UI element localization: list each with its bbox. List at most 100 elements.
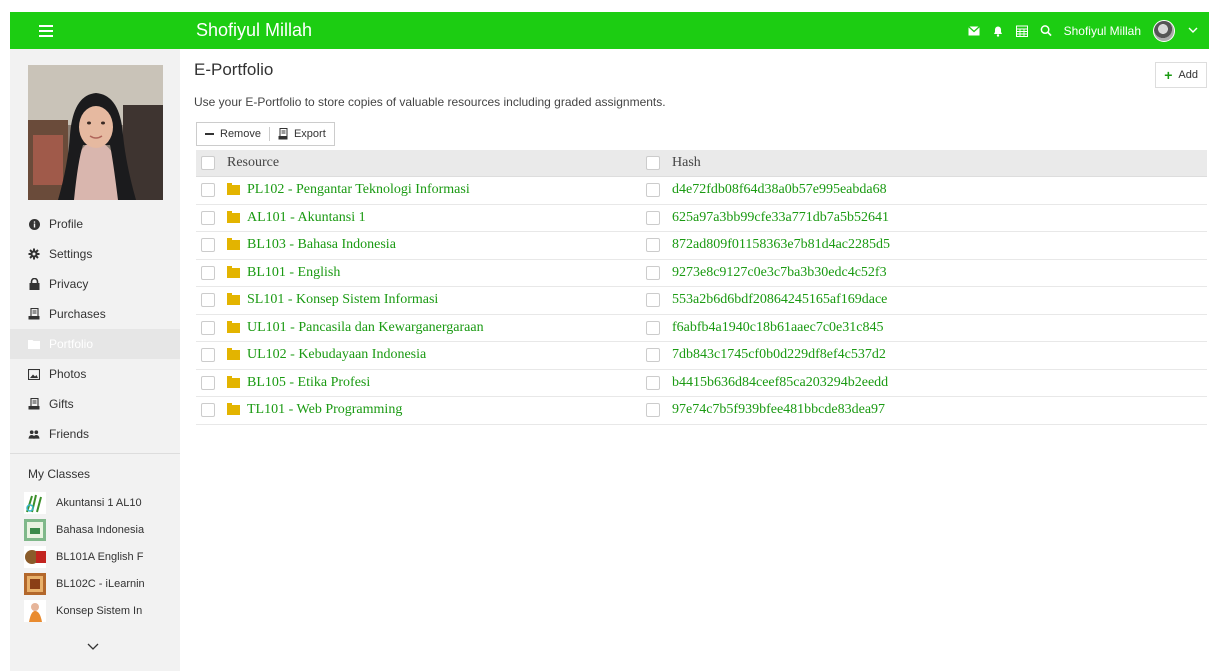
hash-value[interactable]: f6abfb4a1940c18b61aaec7c0e31c845 <box>672 320 883 336</box>
users-icon <box>28 428 40 440</box>
hamburger-icon <box>39 29 53 32</box>
row-checkbox[interactable] <box>646 320 660 335</box>
table-row: BL103 - Bahasa Indonesia 872ad809f011583… <box>196 232 1207 260</box>
table-row: PL102 - Pengantar Teknologi Informasi d4… <box>196 177 1207 205</box>
folder-icon <box>227 238 240 251</box>
folder-icon <box>227 348 240 361</box>
remove-button[interactable]: Remove <box>197 123 269 145</box>
class-name: Konsep Sistem In <box>56 604 143 617</box>
class-item[interactable]: Bahasa Indonesia <box>24 516 180 543</box>
row-checkbox[interactable] <box>201 348 215 363</box>
row-checkbox[interactable] <box>201 183 215 198</box>
column-header-resource: Resource <box>227 155 280 170</box>
calendar-icon[interactable] <box>1015 25 1028 37</box>
hamburger-menu-button[interactable] <box>10 12 82 49</box>
hash-value[interactable]: b4415b636d84ceef85ca203294b2eedd <box>672 375 888 391</box>
class-name: Akuntansi 1 AL10 <box>56 496 142 509</box>
class-thumbnail <box>24 572 46 595</box>
sidebar-item-label: Privacy <box>49 277 89 291</box>
sidebar-item-portfolio[interactable]: Portfolio <box>10 329 180 359</box>
resource-link[interactable]: BL105 - Etika Profesi <box>247 375 370 391</box>
sidebar-item-label: Settings <box>49 247 93 261</box>
select-all-checkbox[interactable] <box>201 156 215 170</box>
table-row: TL101 - Web Programming 97e74c7b5f939bfe… <box>196 397 1207 425</box>
main-content: E-Portfolio + Add Use your E-Portfolio t… <box>194 60 1209 425</box>
hash-value[interactable]: d4e72fdb08f64d38a0b57e995eabda68 <box>672 182 887 198</box>
row-checkbox[interactable] <box>646 293 660 308</box>
avatar[interactable] <box>1153 19 1175 42</box>
sidebar-item-photos[interactable]: Photos <box>10 359 180 389</box>
column-header-hash: Hash <box>672 155 701 170</box>
row-checkbox[interactable] <box>201 265 215 280</box>
export-button[interactable]: Export <box>270 123 334 145</box>
resource-link[interactable]: AL101 - Akuntansi 1 <box>247 210 366 226</box>
class-name: BL101A English F <box>56 550 144 563</box>
sidebar-nav: Profile Settings Privacy Purchases Portf… <box>10 209 180 449</box>
sidebar-item-privacy[interactable]: Privacy <box>10 269 180 299</box>
portfolio-toolbar: Remove Export <box>196 122 335 146</box>
resource-link[interactable]: BL103 - Bahasa Indonesia <box>247 237 396 253</box>
row-checkbox[interactable] <box>646 183 660 198</box>
row-checkbox[interactable] <box>201 210 215 225</box>
gear-icon <box>28 248 40 260</box>
hash-value[interactable]: 9273e8c9127c0e3c7ba3b30edc4c52f3 <box>672 265 887 281</box>
sidebar-item-gifts[interactable]: Gifts <box>10 389 180 419</box>
search-icon[interactable] <box>1040 25 1052 37</box>
hash-value[interactable]: 872ad809f01158363e7b81d4ac2285d5 <box>672 237 890 253</box>
row-checkbox[interactable] <box>646 238 660 253</box>
user-name[interactable]: Shofiyul Millah <box>1064 24 1141 38</box>
class-item[interactable]: BL102C - iLearnin <box>24 570 180 597</box>
resource-link[interactable]: SL101 - Konsep Sistem Informasi <box>247 292 438 308</box>
class-name: BL102C - iLearnin <box>56 577 145 590</box>
row-checkbox[interactable] <box>201 293 215 308</box>
resource-link[interactable]: UL101 - Pancasila dan Kewarganergaraan <box>247 320 484 336</box>
remove-button-label: Remove <box>220 128 261 140</box>
table-header: Resource Hash <box>196 150 1207 177</box>
row-checkbox[interactable] <box>646 265 660 280</box>
row-checkbox[interactable] <box>646 210 660 225</box>
table-row: BL105 - Etika Profesi b4415b636d84ceef85… <box>196 370 1207 397</box>
resource-link[interactable]: BL101 - English <box>247 265 340 281</box>
class-list: Akuntansi 1 AL10 Bahasa Indonesia BL101A… <box>24 489 180 624</box>
folder-icon <box>227 265 240 278</box>
class-item[interactable]: Akuntansi 1 AL10 <box>24 489 180 516</box>
resource-link[interactable]: PL102 - Pengantar Teknologi Informasi <box>247 182 470 198</box>
profile-photo[interactable] <box>28 65 163 200</box>
sidebar-item-label: Profile <box>49 217 84 231</box>
hash-value[interactable]: 7db843c1745cf0b0d229df8ef4c537d2 <box>672 347 886 363</box>
table-row: BL101 - English 9273e8c9127c0e3c7ba3b30e… <box>196 260 1207 287</box>
mail-icon[interactable] <box>967 25 980 37</box>
row-checkbox[interactable] <box>201 403 215 418</box>
hash-value[interactable]: 553a2b6d6bdf20864245165af169dace <box>672 292 887 308</box>
class-thumbnail <box>24 599 46 622</box>
sidebar-item-label: Purchases <box>49 307 106 321</box>
add-button[interactable]: + Add <box>1155 62 1207 88</box>
sidebar-item-friends[interactable]: Friends <box>10 419 180 449</box>
info-circle-icon <box>28 218 40 230</box>
row-checkbox[interactable] <box>201 320 215 335</box>
lock-icon <box>28 278 40 290</box>
hash-value[interactable]: 625a97a3bb99cfe33a771db7a5b52641 <box>672 210 889 226</box>
class-item[interactable]: BL101A English F <box>24 543 180 570</box>
row-checkbox[interactable] <box>201 238 215 253</box>
bell-icon[interactable] <box>992 25 1004 37</box>
row-checkbox[interactable] <box>646 403 660 418</box>
chevron-down-icon[interactable] <box>1187 25 1199 37</box>
class-item[interactable]: Konsep Sistem In <box>24 597 180 624</box>
class-thumbnail <box>24 491 46 514</box>
folder-icon <box>227 403 240 416</box>
sidebar-item-purchases[interactable]: Purchases <box>10 299 180 329</box>
row-checkbox[interactable] <box>201 375 215 390</box>
sidebar-item-settings[interactable]: Settings <box>10 239 180 269</box>
resource-link[interactable]: UL102 - Kebudayaan Indonesia <box>247 347 426 363</box>
top-bar-actions: Shofiyul Millah <box>967 19 1199 42</box>
hash-value[interactable]: 97e74c7b5f939bfee481bbcde83dea97 <box>672 402 885 418</box>
page-title: Shofiyul Millah <box>196 20 313 40</box>
row-checkbox[interactable] <box>646 348 660 363</box>
chevron-down-icon[interactable] <box>86 639 100 653</box>
sidebar-item-profile[interactable]: Profile <box>10 209 180 239</box>
row-checkbox[interactable] <box>646 375 660 390</box>
select-all-hash-checkbox[interactable] <box>646 156 660 170</box>
sidebar-item-label: Gifts <box>49 397 74 411</box>
resource-link[interactable]: TL101 - Web Programming <box>247 402 402 418</box>
